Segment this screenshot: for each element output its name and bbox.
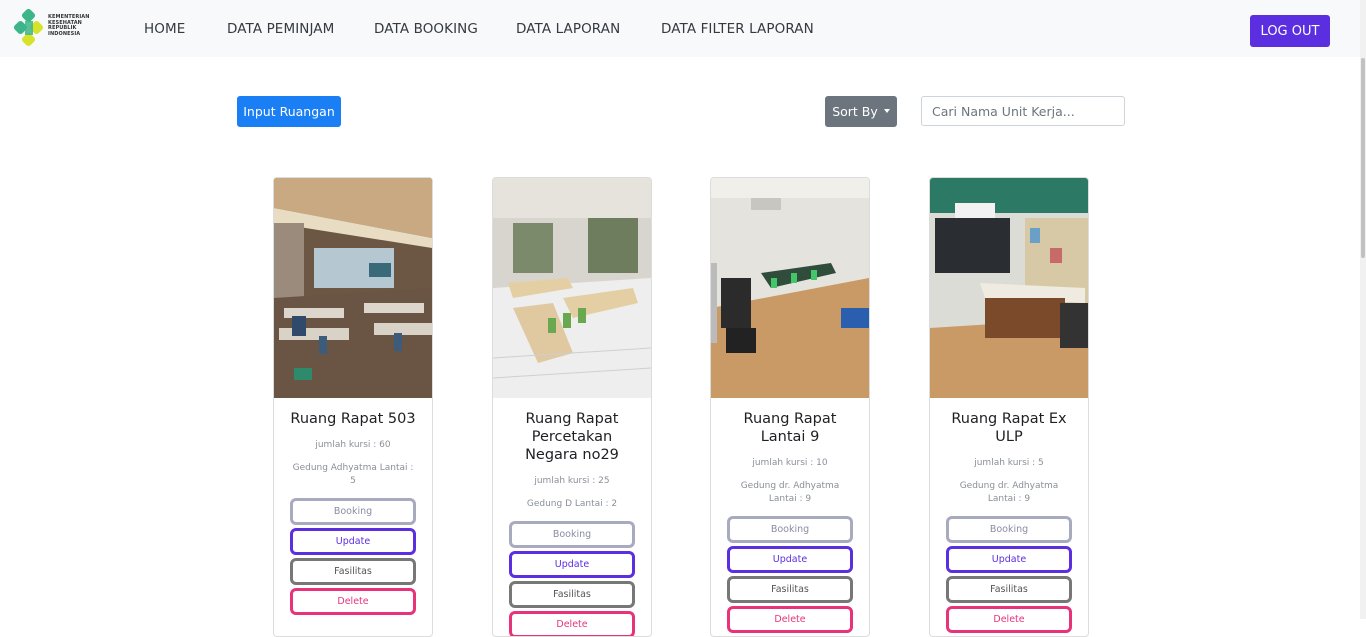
meeting-room-photo-2 <box>493 178 651 398</box>
update-button[interactable]: Update <box>946 546 1072 573</box>
delete-button[interactable]: Delete <box>727 606 853 633</box>
kemenkes-logo-icon <box>13 8 44 47</box>
update-button[interactable]: Update <box>509 551 635 578</box>
nav-home[interactable]: HOME <box>144 21 185 37</box>
fasilitas-button[interactable]: Fasilitas <box>509 581 635 608</box>
room-name: Ruang Rapat Percetakan Negara no29 <box>525 411 619 463</box>
building-info: Gedung D Lantai : 2 <box>526 499 618 509</box>
card-body: Ruang Rapat Lantai 9 jumlah kursi : 10 G… <box>711 410 869 633</box>
room-photo <box>930 178 1088 398</box>
page-scrollbar[interactable] <box>1360 0 1366 619</box>
update-button[interactable]: Update <box>290 528 416 555</box>
meeting-room-photo-4 <box>930 178 1088 398</box>
room-card: Ruang Rapat 503 jumlah kursi : 60 Gedung… <box>273 177 433 637</box>
fasilitas-button[interactable]: Fasilitas <box>290 558 416 585</box>
scrollbar-thumb[interactable] <box>1361 58 1365 258</box>
delete-button[interactable]: Delete <box>946 606 1072 633</box>
building-info: Gedung dr. Adhyatma Lantai : 9 <box>740 481 840 504</box>
meeting-room-photo-1 <box>274 178 432 398</box>
fasilitas-button[interactable]: Fasilitas <box>946 576 1072 603</box>
logo-line: INDONESIA <box>48 30 81 37</box>
nav-data-laporan[interactable]: DATA LAPORAN <box>516 21 620 37</box>
nav-data-peminjam[interactable]: DATA PEMINJAM <box>227 21 334 37</box>
booking-button[interactable]: Booking <box>946 516 1072 543</box>
room-card: Ruang Rapat Ex ULP jumlah kursi : 5 Gedu… <box>929 177 1089 637</box>
input-ruangan-button[interactable]: Input Ruangan <box>237 96 341 127</box>
room-photo <box>493 178 651 398</box>
seat-count: jumlah kursi : 10 <box>752 458 828 468</box>
booking-button[interactable]: Booking <box>727 516 853 543</box>
delete-button[interactable]: Delete <box>290 588 416 615</box>
seat-count: jumlah kursi : 25 <box>534 476 610 486</box>
search-unit-kerja-input[interactable] <box>921 96 1125 126</box>
room-card: Ruang Rapat Percetakan Negara no29 jumla… <box>492 177 652 637</box>
logo-wordmark: KEMENTERIAN KESEHATAN REPUBLIK INDONESIA <box>48 14 90 37</box>
delete-button[interactable]: Delete <box>509 611 635 636</box>
room-photo <box>274 178 432 398</box>
room-card: Ruang Rapat Lantai 9 jumlah kursi : 10 G… <box>710 177 870 637</box>
nav-data-booking[interactable]: DATA BOOKING <box>374 21 478 37</box>
building-info: Gedung Adhyatma Lantai : 5 <box>292 463 414 486</box>
sort-by-dropdown[interactable]: Sort By <box>825 96 897 127</box>
meeting-room-photo-3 <box>711 178 869 398</box>
fasilitas-button[interactable]: Fasilitas <box>727 576 853 603</box>
room-name: Ruang Rapat Lantai 9 <box>743 411 837 445</box>
booking-button[interactable]: Booking <box>509 521 635 548</box>
caret-down-icon <box>883 108 890 113</box>
kemenkes-logo[interactable]: KEMENTERIAN KESEHATAN REPUBLIK INDONESIA <box>13 8 94 47</box>
logout-button[interactable]: LOG OUT <box>1250 15 1330 47</box>
seat-count: jumlah kursi : 60 <box>315 440 391 450</box>
room-name: Ruang Rapat Ex ULP <box>951 411 1067 445</box>
sort-by-label: Sort By <box>832 104 878 119</box>
update-button[interactable]: Update <box>727 546 853 573</box>
room-name: Ruang Rapat 503 <box>290 411 416 427</box>
seat-count: jumlah kursi : 5 <box>974 458 1044 468</box>
room-photo <box>711 178 869 398</box>
nav-data-filter-laporan[interactable]: DATA FILTER LAPORAN <box>661 21 814 37</box>
card-body: Ruang Rapat Percetakan Negara no29 jumla… <box>493 410 651 636</box>
top-navbar: KEMENTERIAN KESEHATAN REPUBLIK INDONESIA… <box>0 0 1366 57</box>
card-body: Ruang Rapat 503 jumlah kursi : 60 Gedung… <box>274 410 432 615</box>
booking-button[interactable]: Booking <box>290 498 416 525</box>
building-info: Gedung dr. Adhyatma Lantai : 9 <box>959 481 1059 504</box>
card-body: Ruang Rapat Ex ULP jumlah kursi : 5 Gedu… <box>930 410 1088 633</box>
